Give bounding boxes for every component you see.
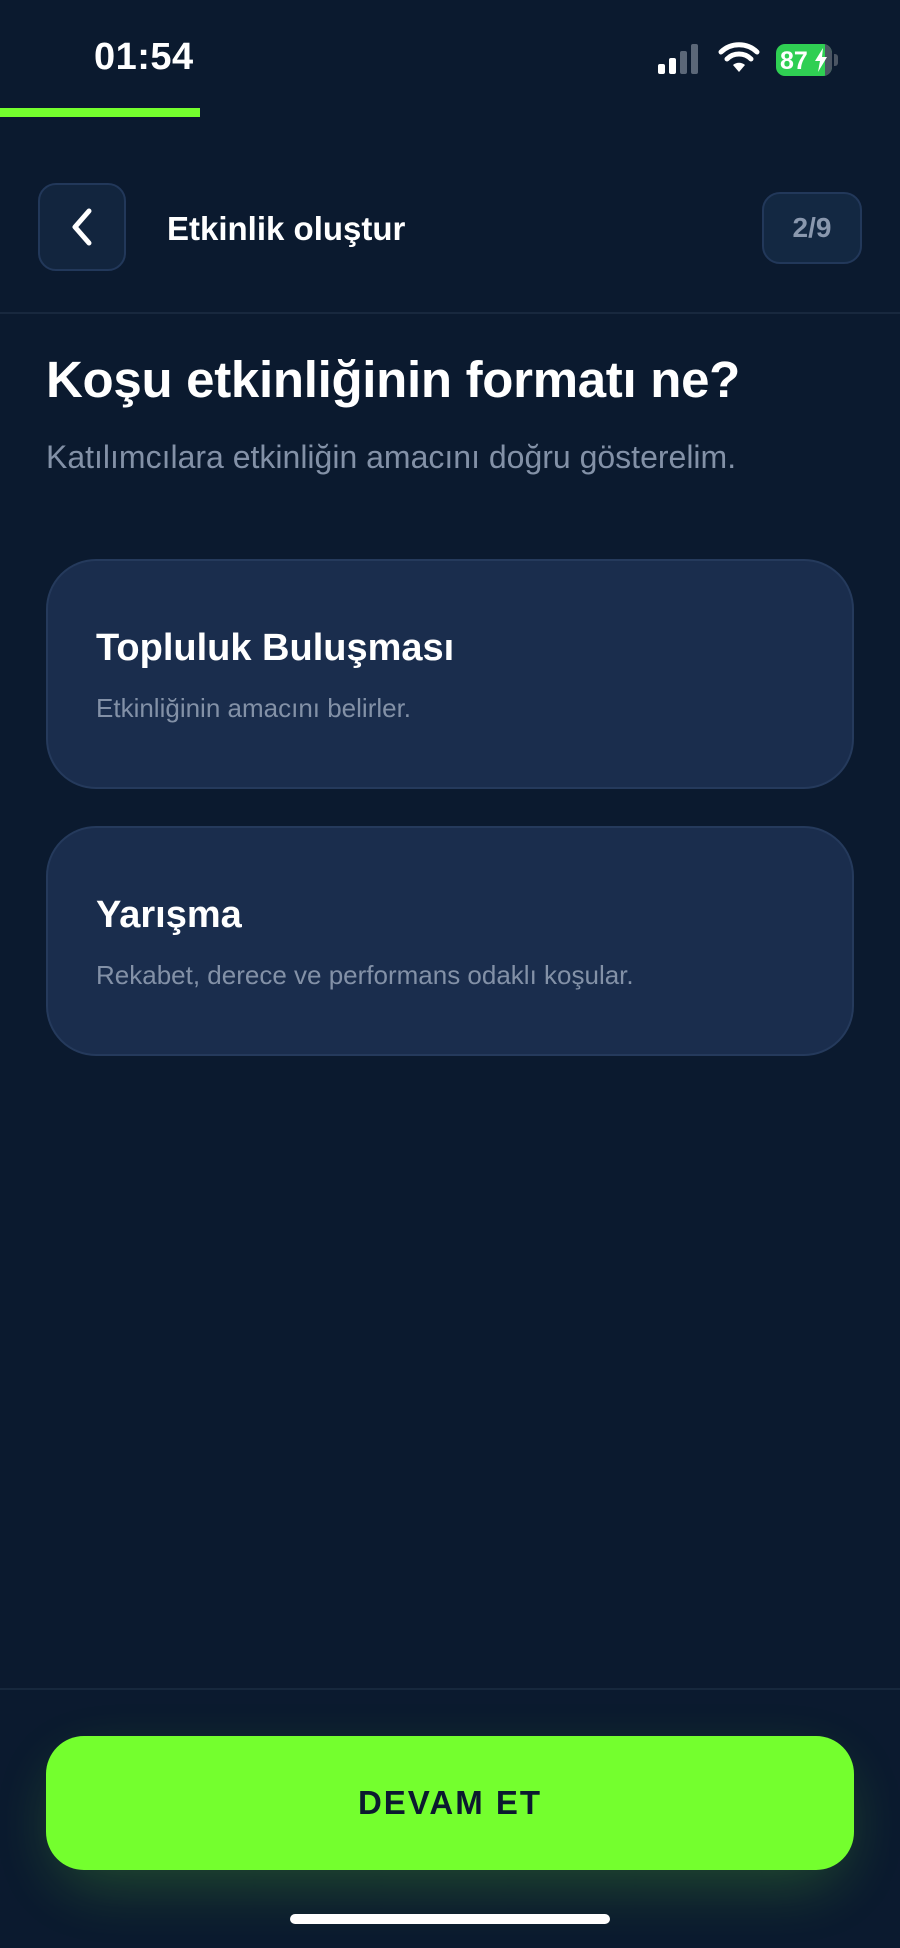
status-time: 01:54 (94, 36, 194, 78)
charging-bolt-icon (815, 48, 827, 72)
wifi-icon (718, 42, 760, 72)
battery-percent: 87 (780, 47, 808, 75)
page-subtitle: Katılımcılara etkinliğin amacını doğru g… (46, 439, 737, 475)
page-header-title: Etkinlik oluştur (167, 210, 406, 247)
cellular-signal-icon (658, 44, 698, 74)
option-community-meetup[interactable]: Topluluk Buluşması Etkinliğinin amacını … (46, 559, 854, 789)
option-race[interactable]: Yarışma Rekabet, derece ve performans od… (46, 826, 854, 1056)
step-counter-badge: 2/9 (762, 192, 862, 264)
back-button[interactable] (38, 183, 126, 271)
progress-fill (0, 108, 200, 117)
option-title: Topluluk Buluşması (96, 627, 455, 669)
page-title: Koşu etkinliğinin formatı ne? (46, 351, 740, 408)
option-description: Rekabet, derece ve performans odaklı koş… (96, 960, 634, 990)
option-title: Yarışma (96, 894, 242, 936)
home-indicator (290, 1914, 610, 1924)
option-description: Etkinliğinin amacını belirler. (96, 693, 412, 723)
chevron-left-icon (72, 208, 92, 246)
header: Etkinlik oluştur 2/9 (0, 180, 900, 314)
battery-charging-icon: 87 (776, 44, 840, 76)
onboarding-progress-bar (0, 108, 900, 117)
continue-button[interactable]: DEVAM ET (46, 1736, 854, 1870)
footer-divider (0, 1688, 900, 1690)
status-bar: 01:54 87 (0, 0, 900, 110)
